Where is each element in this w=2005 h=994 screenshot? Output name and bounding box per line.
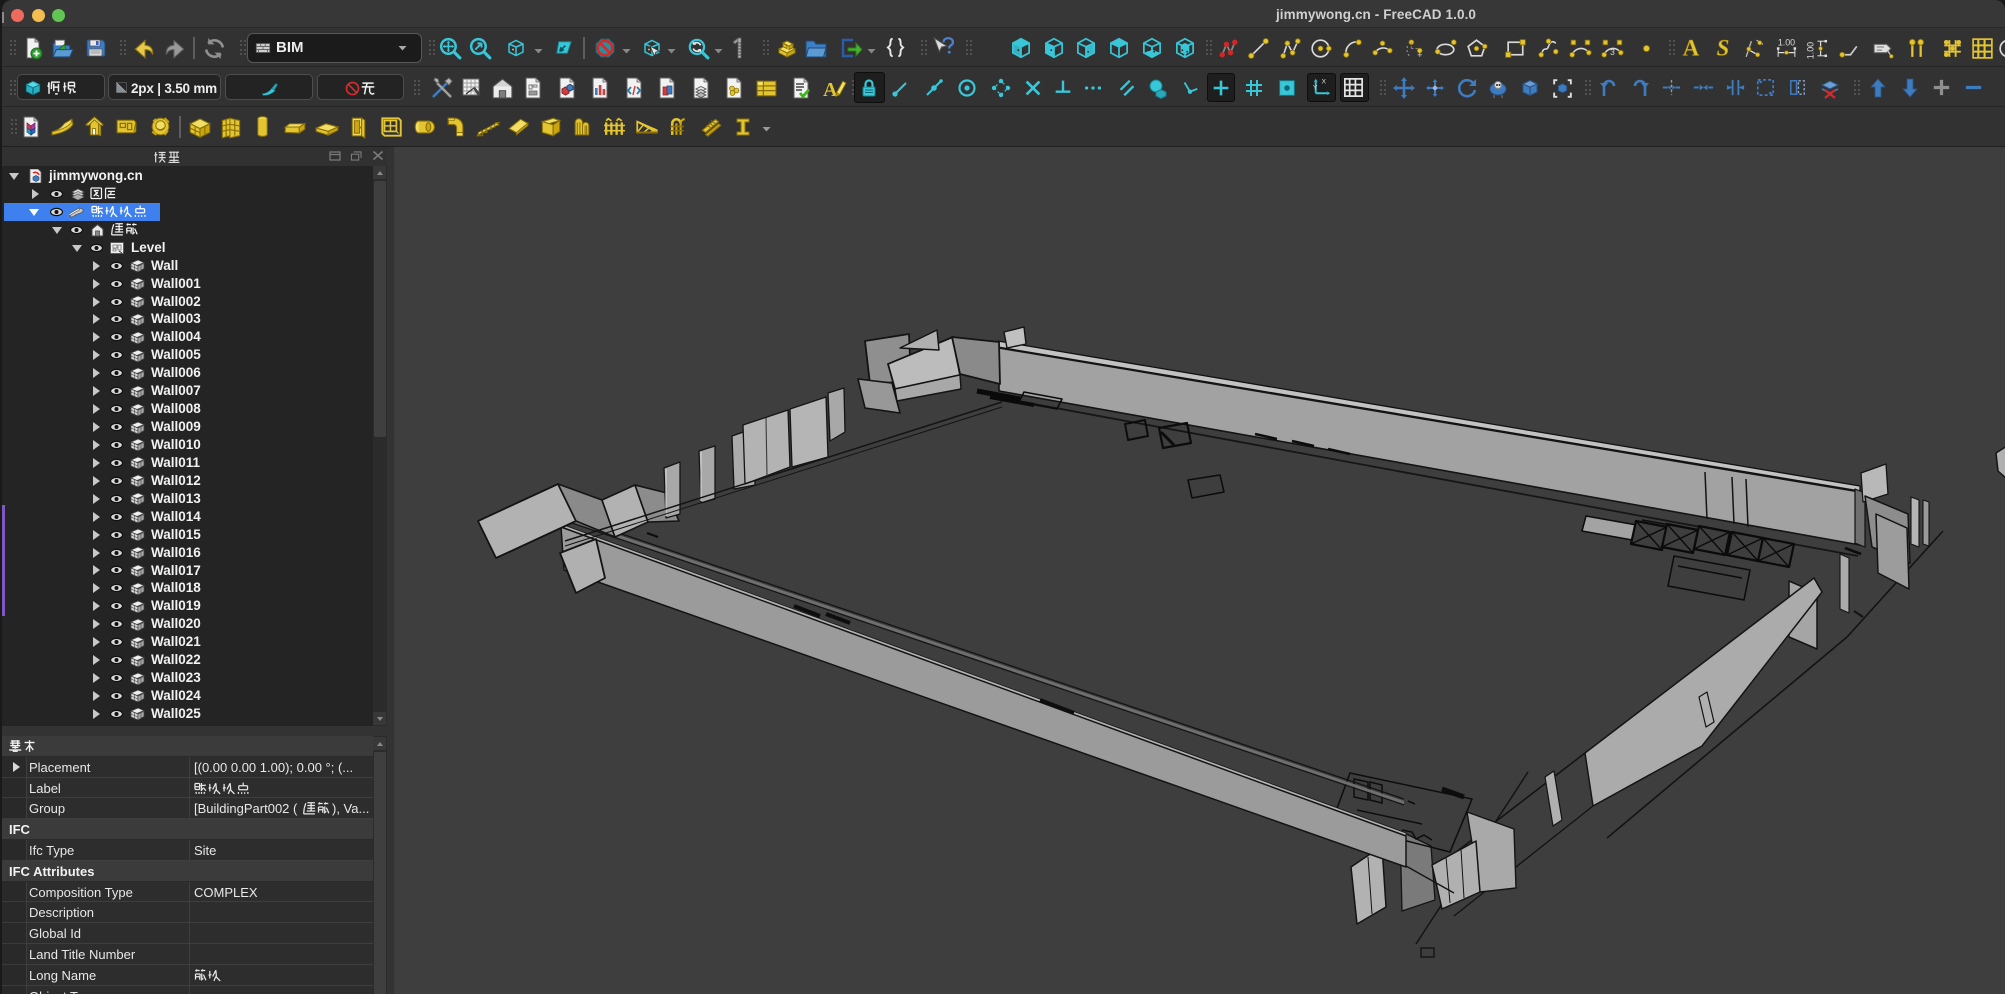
svg-text:3: 3 — [1610, 47, 1615, 57]
svg-text:S: S — [1717, 36, 1730, 61]
svg-text:A: A — [1683, 36, 1700, 61]
svg-text:1.00: 1.00 — [1806, 42, 1815, 59]
svg-text:Y: Y — [1313, 84, 1318, 91]
svg-text:A: A — [823, 79, 838, 101]
svg-text:X: X — [1322, 79, 1327, 86]
svg-text:1.00: 1.00 — [1778, 37, 1795, 47]
